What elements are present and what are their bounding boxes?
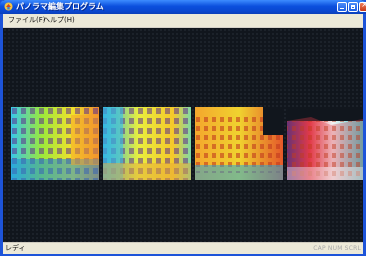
menu-help[interactable]: ヘルプ(H) [43, 15, 75, 26]
window-title: パノラマ編集プログラム [16, 2, 104, 11]
title-bar[interactable]: パノラマ編集プログラム [0, 0, 366, 14]
maximize-button[interactable] [348, 2, 358, 12]
minimize-button[interactable] [337, 2, 347, 12]
app-window: パノラマ編集プログラム ファイル(F) ヘルプ(H) [0, 0, 366, 256]
panorama-canvas[interactable] [3, 28, 363, 242]
keyboard-indicators: CAP NUM SCRL [313, 245, 361, 252]
menu-bar: ファイル(F) ヘルプ(H) [3, 14, 363, 28]
status-ready: レディ [5, 244, 26, 252]
panorama-image [11, 107, 363, 180]
status-bar: レディ CAP NUM SCRL [3, 242, 363, 254]
menu-file[interactable]: ファイル(F) [8, 15, 46, 26]
close-button[interactable] [359, 0, 366, 12]
app-icon[interactable] [4, 2, 13, 11]
